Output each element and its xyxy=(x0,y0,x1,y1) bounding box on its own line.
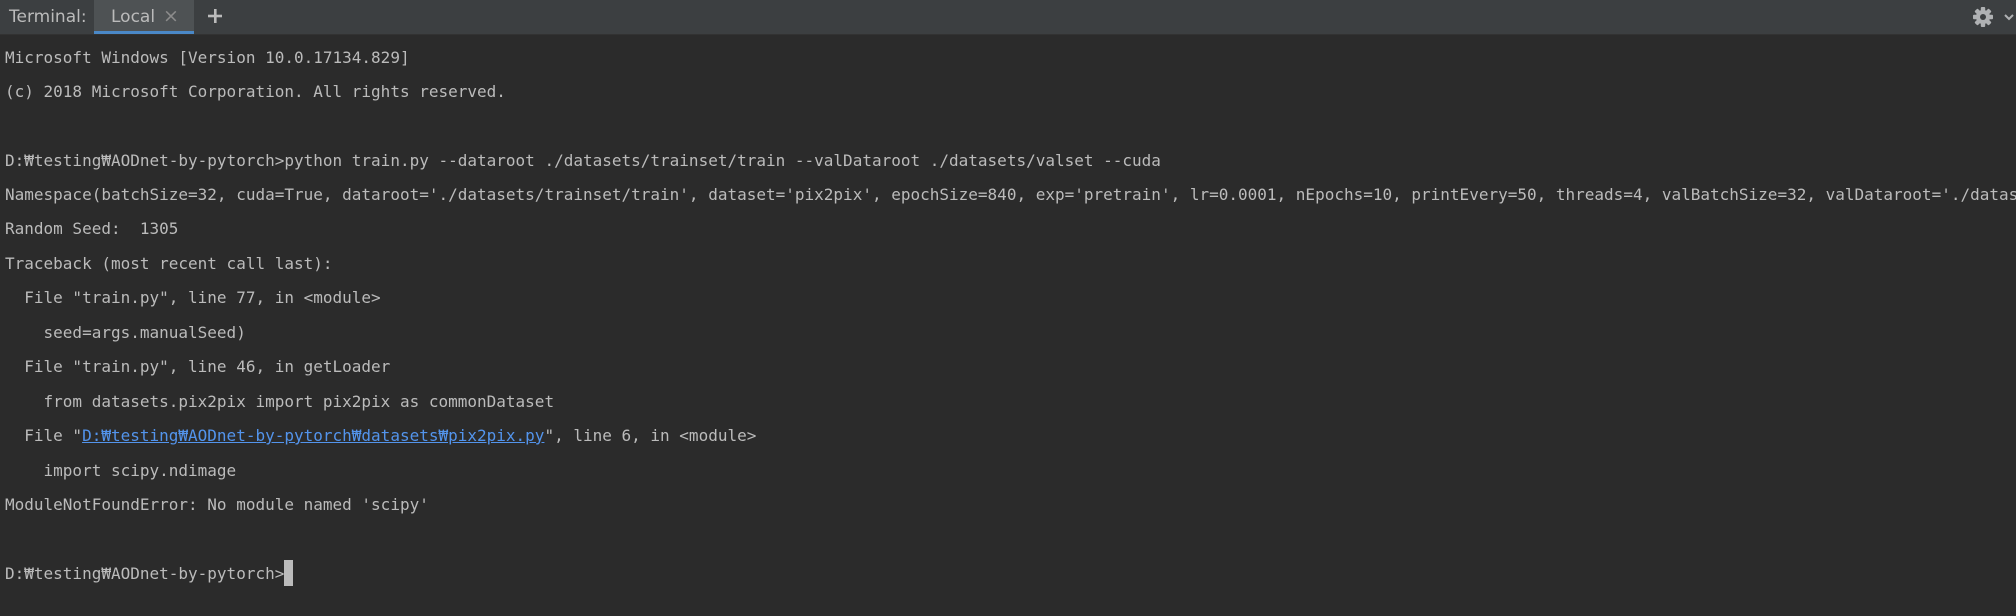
terminal-line: File "train.py", line 46, in getLoader xyxy=(5,357,391,376)
toolbar-title: Terminal: xyxy=(9,7,87,27)
tab-label: Local xyxy=(111,7,156,27)
text-cursor xyxy=(284,559,294,586)
terminal-toolbar: Terminal: Local × xyxy=(0,0,2016,35)
prompt-line[interactable]: D:₩testing₩AODnet-by-pytorch> xyxy=(5,557,294,591)
terminal-line: seed=args.manualSeed) xyxy=(5,323,246,342)
terminal-line: (c) 2018 Microsoft Corporation. All righ… xyxy=(5,82,506,101)
terminal-line-file: File "D:₩testing₩AODnet-by-pytorch₩datas… xyxy=(5,419,756,453)
terminal-line: from datasets.pix2pix import pix2pix as … xyxy=(5,392,555,411)
tab-local[interactable]: Local × xyxy=(94,0,194,34)
terminal-line: ModuleNotFoundError: No module named 'sc… xyxy=(5,495,429,514)
terminal-line: Microsoft Windows [Version 10.0.17134.82… xyxy=(5,48,410,67)
terminal-output[interactable]: Microsoft Windows [Version 10.0.17134.82… xyxy=(0,35,2016,616)
terminal-line: import scipy.ndimage xyxy=(5,461,237,480)
terminal-line: Namespace(batchSize=32, cuda=True, datar… xyxy=(5,185,2016,204)
terminal-line: File "train.py", line 77, in <module> xyxy=(5,288,381,307)
close-icon[interactable]: × xyxy=(161,0,181,32)
terminal-line: Traceback (most recent call last): xyxy=(5,254,333,273)
gear-icon[interactable] xyxy=(1970,4,1996,30)
file-line-prefix: File " xyxy=(5,426,83,445)
more-icon[interactable] xyxy=(2002,4,2016,30)
prompt-text: D:₩testing₩AODnet-by-pytorch> xyxy=(5,564,285,583)
terminal-line: Random Seed: 1305 xyxy=(5,219,179,238)
plus-icon[interactable] xyxy=(202,3,228,29)
terminal-line: D:₩testing₩AODnet-by-pytorch>python trai… xyxy=(5,151,1161,170)
file-path-link[interactable]: D:₩testing₩AODnet-by-pytorch₩datasets₩pi… xyxy=(82,426,544,445)
file-line-suffix: ", line 6, in <module> xyxy=(544,426,757,445)
